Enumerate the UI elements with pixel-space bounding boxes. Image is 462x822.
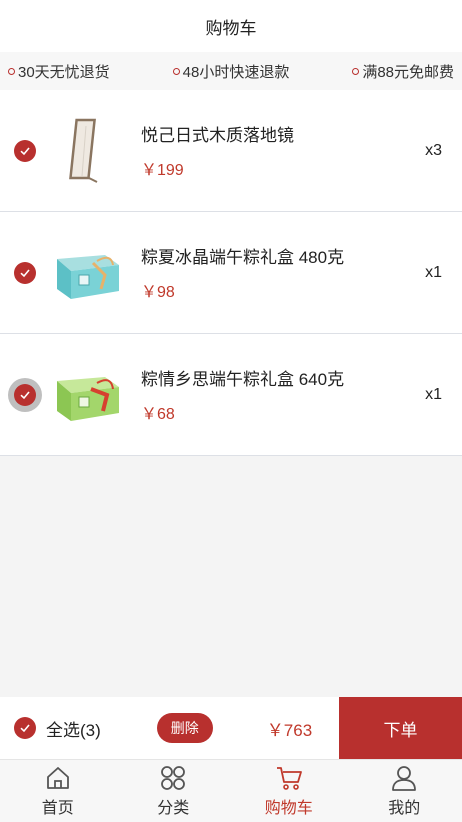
mirror-icon bbox=[69, 118, 98, 183]
product-image-teal-gift-box[interactable] bbox=[53, 238, 123, 308]
category-icon bbox=[161, 766, 186, 790]
checkmark-icon bbox=[20, 724, 30, 733]
checkmark-icon bbox=[20, 390, 30, 399]
item-info: 悦己日式木质落地镜 ￥199 bbox=[141, 121, 462, 180]
place-order-button[interactable]: 下单 bbox=[339, 697, 462, 759]
tab-category[interactable]: 分类 bbox=[116, 760, 232, 822]
user-icon bbox=[392, 766, 417, 791]
product-image-green-gift-box[interactable] bbox=[53, 360, 123, 430]
item-name[interactable]: 悦己日式木质落地镜 bbox=[141, 121, 462, 146]
item-info: 粽情乡思端午粽礼盒 640克 ￥68 bbox=[141, 365, 462, 424]
total-price: ￥763 bbox=[266, 720, 313, 740]
item-checkbox[interactable] bbox=[14, 383, 36, 406]
promo-item: 30天无忧退货 bbox=[8, 61, 110, 82]
checkmark-icon bbox=[20, 268, 30, 277]
item-qty: x1 bbox=[425, 263, 442, 281]
item-price: ￥98 bbox=[141, 284, 175, 301]
promo-text: 30天无忧退货 bbox=[18, 63, 110, 81]
dot-icon bbox=[8, 67, 15, 75]
tab-bar: 首页 分类 购物车 我的 bbox=[0, 759, 462, 822]
tab-label: 分类 bbox=[157, 800, 190, 817]
cart-item[interactable]: 悦己日式木质落地镜 ￥199 x3 bbox=[0, 90, 462, 212]
gift-box-icon bbox=[57, 254, 119, 299]
promo-text: 满88元免邮费 bbox=[362, 63, 454, 81]
item-name[interactable]: 粽情乡思端午粽礼盒 640克 bbox=[141, 365, 462, 390]
dot-icon bbox=[352, 67, 360, 75]
promo-item: 48小时快速退款 bbox=[172, 61, 290, 82]
cart-item[interactable]: 粽夏冰晶端午粽礼盒 480克 ￥98 x1 bbox=[0, 212, 462, 334]
product-image-mirror[interactable] bbox=[53, 116, 123, 186]
tab-profile[interactable]: 我的 bbox=[347, 760, 462, 822]
select-all-checkbox[interactable] bbox=[14, 717, 36, 739]
promo-item: 满88元免邮费 bbox=[352, 61, 454, 82]
promo-bar: 30天无忧退货 48小时快速退款 满88元免邮费 bbox=[0, 52, 462, 90]
item-name[interactable]: 粽夏冰晶端午粽礼盒 480克 bbox=[141, 243, 462, 268]
tab-label: 购物车 bbox=[264, 800, 313, 817]
page-header: 购物车 bbox=[0, 0, 462, 52]
dot-icon bbox=[172, 67, 180, 75]
page-title: 购物车 bbox=[205, 18, 257, 38]
item-price: ￥199 bbox=[141, 162, 184, 179]
item-price: ￥68 bbox=[141, 406, 175, 423]
promo-text: 48小时快速退款 bbox=[182, 63, 290, 81]
checkmark-icon bbox=[20, 146, 30, 155]
select-all-label: 全选(3) bbox=[46, 720, 101, 740]
checkout-bar: 全选(3) 删除 ￥763 下单 bbox=[0, 697, 462, 759]
cart-item[interactable]: 粽情乡思端午粽礼盒 640克 ￥68 x1 bbox=[0, 334, 462, 456]
home-icon bbox=[46, 767, 69, 789]
tab-cart[interactable]: 购物车 bbox=[231, 760, 347, 822]
item-info: 粽夏冰晶端午粽礼盒 480克 ￥98 bbox=[141, 243, 462, 302]
item-checkbox[interactable] bbox=[14, 261, 36, 284]
delete-button[interactable]: 删除 bbox=[156, 713, 213, 743]
item-checkbox[interactable] bbox=[14, 139, 36, 162]
cart-icon bbox=[276, 767, 302, 790]
tab-label: 我的 bbox=[388, 800, 421, 817]
gift-box-icon bbox=[57, 376, 119, 421]
tab-label: 首页 bbox=[41, 800, 74, 817]
cart-list: 悦己日式木质落地镜 ￥199 x3 粽夏冰晶端午粽礼盒 480克 ￥98 x1 bbox=[0, 90, 462, 456]
item-qty: x3 bbox=[425, 141, 442, 159]
tab-home[interactable]: 首页 bbox=[0, 760, 116, 822]
item-qty: x1 bbox=[425, 385, 442, 403]
select-all[interactable]: 全选(3) bbox=[14, 716, 101, 741]
